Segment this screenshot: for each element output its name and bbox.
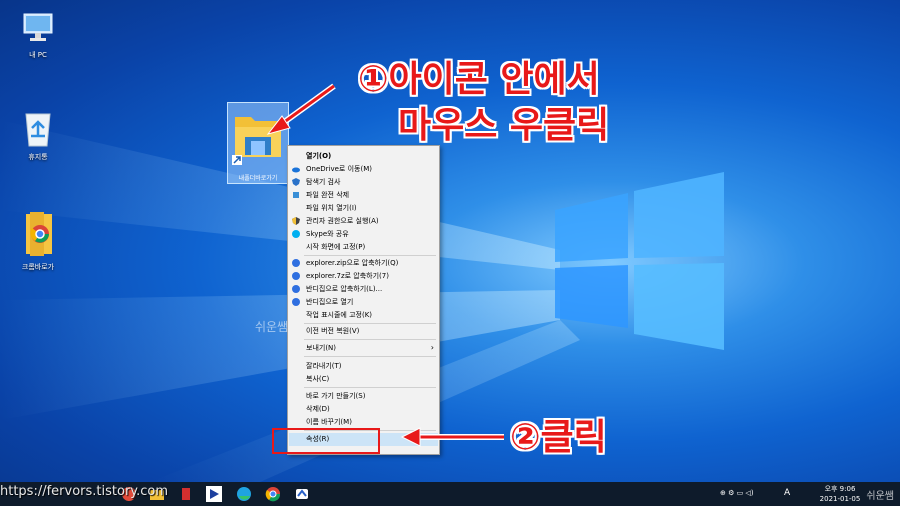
menu-item-scan[interactable]: 탐색기 검사 [289,177,438,187]
menu-item-shred[interactable]: 파일 완전 삭제 [289,190,438,200]
chrome-shortcut-label: 크롬바로가 [21,263,55,271]
this-pc-label: 내 PC [29,51,47,59]
tray-icons[interactable]: ⊕ ⚙ ▭ ◁) [720,489,754,497]
menu-item-create-shortcut[interactable]: 바로 가기 만들기(S) [289,391,438,401]
annotation-arrow-2 [400,427,504,447]
shield-icon [292,217,300,225]
menu-item-move-to-onedrive[interactable]: OneDrive로 이동(M) [289,164,438,174]
corner-watermark: 쉬운쌤 [866,491,894,502]
menu-separator [304,387,436,388]
menu-item-share-skype[interactable]: Skype와 공유 [289,229,438,239]
annotation-step2: ②클릭 [510,417,607,458]
ime-indicator[interactable]: A [784,488,790,498]
bandizip-icon [292,259,300,267]
monitor-icon [23,13,53,41]
shred-icon [293,192,299,198]
explorer-shortcut-label: 내폴더바로가기 [238,175,278,182]
menu-item-restore-previous[interactable]: 이전 버전 복원(V) [289,326,438,336]
annotation-step1-line2: 마우스 우클릭 [398,105,610,146]
annotation-step1-line1: ①아이콘 안에서 [358,59,600,100]
menu-item-compress-7z[interactable]: explorer.7z로 압축하기(7) [289,271,438,281]
pinned-app-icon-3[interactable] [294,486,310,502]
menu-separator [304,356,436,357]
bandizip-icon [292,285,300,293]
menu-item-pin-to-start[interactable]: 시작 화면에 고정(P) [289,242,438,252]
desktop: 내 PC 휴지통 크롬바로가 내폴더바로가기 ①아이콘 안에서 마우스 우클릭 … [0,0,900,482]
menu-item-compress-bandizip[interactable]: 반디집으로 압축하기(L)... [289,284,438,294]
clock-date: 2021-01-05 [819,495,861,503]
menu-item-open[interactable]: 열기(O) [289,151,438,161]
menu-item-copy[interactable]: 복사(C) [289,374,438,384]
menu-item-open-file-location[interactable]: 파일 위치 열기(I) [289,203,438,213]
context-menu: 열기(O) OneDrive로 이동(M) 탐색기 검사 파일 완전 삭제 파일… [287,145,440,455]
onedrive-icon [292,167,300,173]
chrome-folder-icon [26,212,52,256]
media-player-icon[interactable] [206,486,222,502]
clock-time: 오후 9:06 [824,485,856,493]
taskbar-clock[interactable]: 오후 9:06 2021-01-05 [810,484,870,504]
menu-item-compress-zip[interactable]: explorer.zip으로 압축하기(Q) [289,258,438,268]
chevron-right-icon: › [430,343,434,352]
system-tray: ⊕ ⚙ ▭ ◁) A [720,482,800,506]
menu-item-send-to[interactable]: 보내기(N) › [289,343,438,353]
bandizip-icon [292,272,300,280]
bandizip-icon [292,298,300,306]
annotation-arrow-1 [266,83,336,135]
this-pc-desktop-icon[interactable]: 내 PC [8,10,68,60]
menu-separator [304,323,436,324]
menu-item-open-bandizip[interactable]: 반디집으로 열기 [289,297,438,307]
chrome-icon[interactable] [265,486,281,502]
chrome-shortcut-desktop-icon[interactable]: 크롬바로가 [8,210,68,272]
skype-icon [292,230,300,238]
pinned-app-icon-2[interactable] [178,486,194,502]
edge-icon[interactable] [236,486,252,502]
menu-item-run-as-admin[interactable]: 관리자 권한으로 실행(A) [289,216,438,226]
watermark-text: 쉬운쌤 [255,320,289,334]
recycle-bin-desktop-icon[interactable]: 휴지통 [8,108,68,162]
url-watermark: https://fervors.tistory.com [0,484,169,499]
recycle-bin-icon [25,113,51,147]
menu-item-pin-to-taskbar[interactable]: 작업 표시줄에 고정(K) [289,310,438,320]
recycle-bin-label: 휴지통 [28,153,48,161]
highlight-box-properties [272,428,380,454]
menu-separator [304,339,436,340]
menu-item-cut[interactable]: 잘라내기(T) [289,361,438,371]
menu-item-delete[interactable]: 삭제(D) [289,404,438,414]
defender-icon [292,178,300,186]
menu-separator [304,255,436,256]
